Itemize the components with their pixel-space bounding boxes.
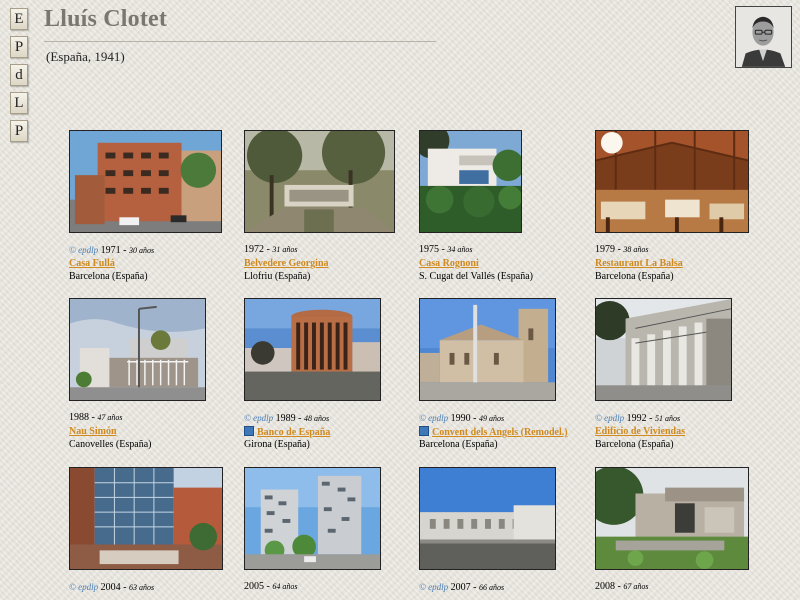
work-link[interactable]: Casa Fullá bbox=[69, 258, 115, 269]
copyright-label: © epdlp bbox=[244, 413, 274, 423]
work-meta: © epdlp 1989 - 48 años bbox=[244, 413, 330, 424]
work-meta: 2005 - 64 años bbox=[244, 581, 298, 592]
work-meta: 1972 - 31 años bbox=[244, 244, 298, 255]
work-link[interactable]: Casa Rognoni bbox=[419, 258, 479, 269]
work-thumbnail[interactable] bbox=[244, 467, 381, 570]
work-link-label: Banco de España bbox=[257, 427, 331, 438]
work-year: 1989 bbox=[275, 413, 296, 424]
work-age: 67 años bbox=[623, 582, 649, 591]
work-link[interactable]: Belvedere Georgina bbox=[244, 258, 329, 269]
side-nav-tile-l[interactable]: L bbox=[10, 92, 28, 114]
portrait-image bbox=[736, 7, 791, 67]
copyright-label: © epdlp bbox=[419, 413, 449, 423]
work-location: Barcelona (España) bbox=[419, 439, 498, 450]
work-year: 2005 bbox=[244, 581, 264, 592]
work-meta: © epdlp 2007 - 66 años bbox=[419, 582, 505, 593]
work-location: Canovelles (España) bbox=[69, 439, 152, 450]
work-location: Barcelona (España) bbox=[595, 439, 674, 450]
work-meta: 1975 - 34 años bbox=[419, 244, 473, 255]
work-age: 49 años bbox=[478, 414, 505, 423]
work-meta: 1979 - 38 años bbox=[595, 244, 649, 255]
work-age: 30 años bbox=[128, 246, 155, 255]
work-location: Barcelona (España) bbox=[69, 271, 148, 282]
work-link[interactable]: Nau Simón bbox=[69, 426, 117, 437]
work-year: 2008 bbox=[595, 581, 615, 592]
link-arrow-icon bbox=[244, 426, 254, 436]
work-thumbnail[interactable] bbox=[595, 467, 749, 570]
work-link[interactable]: Restaurant La Balsa bbox=[595, 258, 683, 269]
page-title: Lluís Clotet bbox=[44, 6, 168, 32]
work-meta: © epdlp 2004 - 63 años bbox=[69, 582, 155, 593]
work-thumbnail[interactable] bbox=[69, 298, 206, 401]
work-year: 1972 bbox=[244, 244, 264, 255]
side-nav-tile-d[interactable]: d bbox=[10, 64, 28, 86]
side-nav-tile-p2[interactable]: P bbox=[10, 120, 28, 142]
link-arrow-icon bbox=[419, 426, 429, 436]
work-location: Barcelona (España) bbox=[595, 271, 674, 282]
copyright-label: © epdlp bbox=[69, 245, 99, 255]
work-year: 1979 bbox=[595, 244, 615, 255]
work-age: 51 años bbox=[654, 414, 681, 423]
work-link[interactable]: Edificio de Viviendas bbox=[595, 426, 685, 437]
page-subtitle: (España, 1941) bbox=[46, 49, 125, 64]
work-year: 1971 bbox=[100, 245, 121, 256]
work-age: 34 años bbox=[447, 245, 473, 254]
work-thumbnail[interactable] bbox=[69, 467, 223, 570]
work-location: Llofriu (España) bbox=[244, 271, 311, 282]
work-thumbnail[interactable] bbox=[69, 130, 222, 233]
work-year: 1975 bbox=[419, 244, 439, 255]
work-year: 1988 bbox=[69, 412, 89, 423]
work-age: 47 años bbox=[97, 413, 123, 422]
work-year: 2007 bbox=[450, 582, 471, 593]
work-meta: © epdlp 1992 - 51 años bbox=[595, 413, 681, 424]
copyright-label: © epdlp bbox=[419, 582, 449, 592]
work-link-label: Convent dels Angels (Remodel.) bbox=[432, 427, 568, 438]
work-thumbnail[interactable] bbox=[419, 298, 556, 401]
side-nav-tile-e[interactable]: E bbox=[10, 8, 28, 30]
work-meta: 2008 - 67 años bbox=[595, 581, 649, 592]
side-nav-tile-p[interactable]: P bbox=[10, 36, 28, 58]
architect-portrait[interactable] bbox=[735, 6, 792, 68]
work-age: 66 años bbox=[478, 583, 505, 592]
side-nav: E P d L P bbox=[10, 8, 30, 148]
work-link[interactable]: Convent dels Angels (Remodel.) bbox=[419, 426, 568, 438]
work-age: 38 años bbox=[623, 245, 649, 254]
work-year: 1990 bbox=[450, 413, 471, 424]
work-thumbnail[interactable] bbox=[419, 467, 556, 570]
work-link[interactable]: Banco de España bbox=[244, 426, 330, 438]
work-year: 2004 bbox=[100, 582, 121, 593]
work-thumbnail[interactable] bbox=[244, 298, 381, 401]
work-age: 63 años bbox=[128, 583, 155, 592]
title-divider bbox=[44, 41, 436, 42]
work-location: S. Cugat del Vallés (España) bbox=[419, 271, 533, 282]
work-year: 1992 bbox=[626, 413, 647, 424]
copyright-label: © epdlp bbox=[595, 413, 625, 423]
work-age: 48 años bbox=[303, 414, 330, 423]
work-meta: © epdlp 1971 - 30 años bbox=[69, 245, 155, 256]
work-location: Girona (España) bbox=[244, 439, 310, 450]
work-thumbnail[interactable] bbox=[595, 130, 749, 233]
work-thumbnail[interactable] bbox=[419, 130, 522, 233]
work-age: 64 años bbox=[272, 582, 298, 591]
work-meta: © epdlp 1990 - 49 años bbox=[419, 413, 505, 424]
copyright-label: © epdlp bbox=[69, 582, 99, 592]
work-thumbnail[interactable] bbox=[244, 130, 395, 233]
work-age: 31 años bbox=[272, 245, 298, 254]
work-thumbnail[interactable] bbox=[595, 298, 732, 401]
work-meta: 1988 - 47 años bbox=[69, 412, 123, 423]
